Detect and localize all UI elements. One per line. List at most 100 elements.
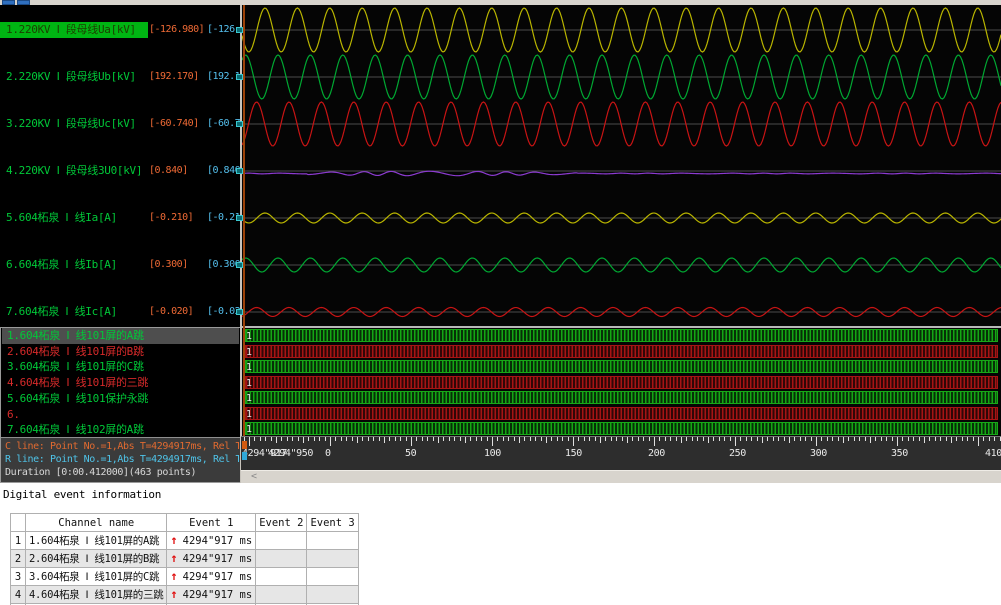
event3-cell [307, 568, 358, 586]
analog-channel-label[interactable]: 4.220KV Ⅰ 段母线3U0[kV] [0, 163, 148, 179]
horizontal-scrollbar[interactable]: < [241, 470, 1001, 483]
col-header-e2: Event 2 [256, 514, 307, 532]
digital-state-bar[interactable]: 1 [245, 391, 998, 404]
digital-channel-row[interactable]: 3.604柘泉 Ⅰ 线101屏的C跳 [2, 359, 239, 375]
event-channel-name: 2.604柘泉 Ⅰ 线101屏的B跳 [26, 550, 167, 568]
axis-tick [832, 437, 833, 441]
analog-channel-row[interactable]: 4.220KV Ⅰ 段母线3U0[kV][0.840][0.840] [0, 163, 240, 179]
axis-tick [962, 437, 963, 441]
analog-channel-label[interactable]: 2.220KV Ⅰ 段母线Ub[kV] [0, 69, 148, 85]
axis-tick [773, 437, 774, 441]
axis-tick [389, 437, 390, 441]
axis-tick [724, 437, 725, 441]
event-information-section: Digital event information Channel name E… [0, 483, 1001, 605]
axis-tick [616, 437, 617, 441]
axis-tick [557, 437, 558, 441]
axis-tick [568, 437, 569, 441]
analog-waveform-canvas[interactable] [242, 5, 1001, 326]
col-header-num [11, 514, 26, 532]
digital-waveform-canvas[interactable]: 1 1 1 1 1 1 1 [242, 328, 1001, 436]
axis-tick [249, 437, 250, 446]
axis-tick [281, 437, 282, 441]
axis-tick [373, 437, 374, 441]
digital-state-bar[interactable]: 1 [245, 422, 998, 435]
event1-time: 4294"917 ms [183, 553, 253, 565]
axis-tick [757, 437, 758, 441]
rising-edge-arrow-icon: ↑ [170, 533, 177, 547]
axis-tick [465, 437, 466, 443]
axis-tick [940, 437, 941, 441]
analog-channel-row[interactable]: 3.220KV Ⅰ 段母线Uc[kV][-60.740][-60.740] [0, 116, 240, 132]
axis-tick [713, 437, 714, 441]
axis-tick [384, 437, 385, 443]
digital-state-bar[interactable]: 1 [245, 345, 998, 358]
analog-channel-label[interactable]: 7.604柘泉 Ⅰ 线Ic[A] [0, 304, 148, 320]
axis-tick [956, 437, 957, 441]
digital-state-bar[interactable]: 1 [245, 407, 998, 420]
digital-state-bar[interactable]: 1 [245, 329, 998, 342]
duration-status-text: Duration [0:00.412000](463 points) [5, 467, 239, 478]
waveform-trace [242, 171, 1001, 175]
axis-tick [605, 437, 606, 441]
time-cursor-line[interactable] [243, 5, 245, 436]
axis-tick [865, 437, 866, 441]
axis-tick [368, 437, 369, 441]
analog-channel-row[interactable]: 1.220KV Ⅰ 段母线Ua[kV][-126.980][-126.980] [0, 22, 240, 38]
digital-state-bar[interactable]: 1 [245, 360, 998, 373]
axis-tick [362, 437, 363, 441]
axis-tick [622, 437, 623, 441]
axis-tick [589, 437, 590, 441]
c-cursor-flag-icon[interactable] [242, 441, 247, 449]
axis-label: 0 [325, 448, 331, 459]
time-axis-ruler[interactable]: 4294"9174294"950050100150200250300350410 [241, 436, 1001, 470]
axis-tick [449, 437, 450, 441]
c-cursor-value: [-0.020] [149, 304, 193, 320]
analog-channel-label[interactable]: 5.604柘泉 Ⅰ 线Ia[A] [0, 210, 148, 226]
channel-zero-marker-icon [236, 262, 243, 268]
col-header-e1: Event 1 [167, 514, 256, 532]
axis-label: 300 [810, 448, 827, 459]
axis-tick [562, 437, 563, 441]
axis-tick [784, 437, 785, 441]
axis-tick [719, 437, 720, 441]
analog-channel-label[interactable]: 1.220KV Ⅰ 段母线Ua[kV] [0, 22, 148, 38]
event2-cell [256, 532, 307, 550]
axis-tick [935, 437, 936, 441]
event-table-row[interactable]: 11.604柘泉 Ⅰ 线101屏的A跳↑4294"917 ms [11, 532, 359, 550]
digital-state-bar[interactable]: 1 [245, 376, 998, 389]
axis-tick [346, 437, 347, 441]
axis-tick [271, 437, 272, 441]
digital-state-value: 1 [246, 361, 252, 374]
event-table-row[interactable]: 22.604柘泉 Ⅰ 线101屏的B跳↑4294"917 ms [11, 550, 359, 568]
digital-channel-row[interactable]: 1.604柘泉 Ⅰ 线101屏的A跳 [2, 328, 239, 344]
axis-tick [400, 437, 401, 441]
digital-channel-row[interactable]: 6. [2, 407, 239, 423]
analog-channel-row[interactable]: 5.604柘泉 Ⅰ 线Ia[A][-0.210][-0.210] [0, 210, 240, 226]
axis-tick [681, 437, 682, 443]
event-table-row[interactable]: 44.604柘泉 Ⅰ 线101屏的三跳↑4294"917 ms [11, 586, 359, 604]
r-cursor-flag-icon[interactable] [242, 452, 247, 460]
axis-tick [854, 437, 855, 441]
axis-tick [978, 437, 979, 446]
analog-channel-row[interactable]: 2.220KV Ⅰ 段母线Ub[kV][192.170][192.170] [0, 69, 240, 85]
digital-channel-row[interactable]: 5.604柘泉 Ⅰ 线101保护永跳 [2, 391, 239, 407]
axis-tick [508, 437, 509, 441]
axis-tick [600, 437, 601, 443]
analog-channel-label[interactable]: 6.604柘泉 Ⅰ 线Ib[A] [0, 257, 148, 273]
event-table-row[interactable]: 33.604柘泉 Ⅰ 线101屏的C跳↑4294"917 ms [11, 568, 359, 586]
rising-edge-arrow-icon: ↑ [170, 551, 177, 565]
axis-tick [946, 437, 947, 441]
axis-tick [821, 437, 822, 441]
axis-tick [265, 437, 266, 441]
digital-channel-row[interactable]: 2.604柘泉 Ⅰ 线101屏的B跳 [2, 344, 239, 360]
digital-channel-row[interactable]: 4.604柘泉 Ⅰ 线101屏的三跳 [2, 375, 239, 391]
channel-zero-marker-icon [236, 121, 243, 127]
analog-channel-row[interactable]: 6.604柘泉 Ⅰ 线Ib[A][0.300][0.300] [0, 257, 240, 273]
analog-channel-row[interactable]: 7.604柘泉 Ⅰ 线Ic[A][-0.020][-0.020] [0, 304, 240, 320]
axis-tick [708, 437, 709, 443]
cursor-status-panel: C line: Point No.=1,Abs T=4294917ms, Rel… [1, 437, 240, 483]
digital-channel-row[interactable]: 7.604柘泉 Ⅰ 线102屏的A跳 [2, 422, 239, 438]
scroll-left-arrow-icon[interactable]: < [251, 471, 257, 483]
axis-tick [314, 437, 315, 441]
analog-channel-label[interactable]: 3.220KV Ⅰ 段母线Uc[kV] [0, 116, 148, 132]
